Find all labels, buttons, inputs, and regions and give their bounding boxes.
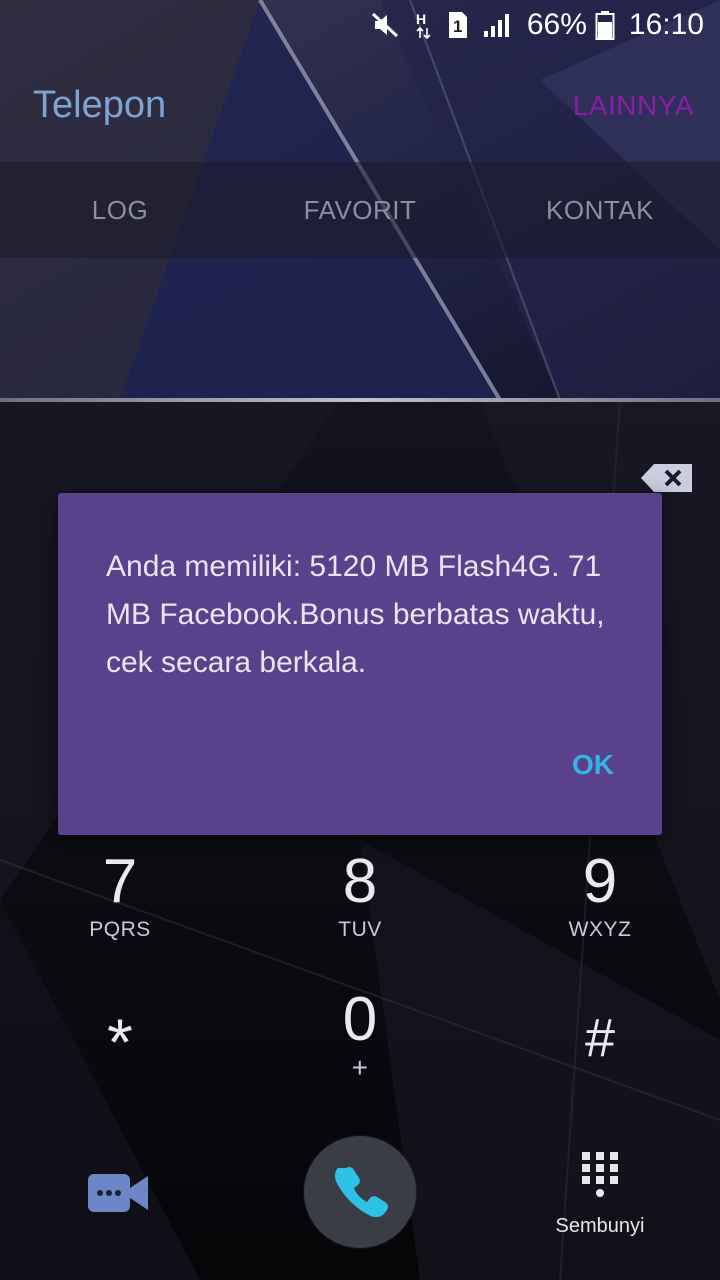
app-bar: Telepon LAINNYA [0,72,720,162]
key-digit: 7 [102,847,138,916]
network-h-icon: H [415,10,433,40]
more-button[interactable]: LAINNYA [573,90,694,122]
dialpad-icon [582,1152,618,1197]
mute-icon [371,12,401,38]
call-button[interactable] [304,1136,416,1248]
key-letters: PQRS [89,918,151,941]
app-title: Telepon [33,84,167,126]
dialog-message: Anda memiliki: 5120 MB Flash4G. 71 MB Fa… [106,550,605,679]
keypad-row: * 0 + # [0,988,720,1098]
tab-favorit[interactable]: FAVORIT [240,162,480,258]
video-call-button[interactable] [86,1170,152,1216]
tab-log[interactable]: LOG [0,162,240,258]
key-0[interactable]: 0 + [290,988,430,1084]
key-letters: WXYZ [568,918,632,941]
backspace-button[interactable] [640,462,694,494]
key-digit: 9 [582,847,618,916]
dial-display-divider [0,398,720,402]
keypad-row: 7 PQRS 8 TUV 9 WXYZ [0,850,720,960]
sim-1-icon: 1 [447,10,469,40]
status-bar: H 1 66% 16:10 [0,0,720,50]
key-7[interactable]: 7 PQRS [50,850,190,942]
svg-text:1: 1 [453,17,462,36]
key-8[interactable]: 8 TUV [290,850,430,942]
key-digit: # [584,1008,616,1068]
clock: 16:10 [628,8,704,41]
key-digit: 8 [342,847,378,916]
key-digit: * [107,1005,133,1079]
phone-icon [334,1166,389,1218]
svg-text:H: H [416,11,426,27]
tab-bar: LOG FAVORIT KONTAK [0,162,720,258]
battery-icon [595,10,615,40]
battery-percent: 66% [526,8,587,41]
key-digit: 0 [342,985,378,1054]
key-star[interactable]: * [50,1005,190,1079]
hide-keypad-button[interactable]: Sembunyi [540,1150,660,1238]
signal-icon [483,12,513,38]
ussd-dialog: Anda memiliki: 5120 MB Flash4G. 71 MB Fa… [58,493,662,835]
key-letters: + [351,1052,369,1083]
key-9[interactable]: 9 WXYZ [530,850,670,942]
hide-keypad-label: Sembunyi [555,1215,645,1237]
key-letters: TUV [338,918,382,941]
video-call-icon [88,1174,148,1212]
backspace-icon [641,464,692,492]
key-hash[interactable]: # [530,1006,670,1070]
bottom-action-bar: Sembunyi [0,1130,720,1280]
ok-button[interactable]: OK [572,749,614,781]
tab-kontak[interactable]: KONTAK [480,162,720,258]
